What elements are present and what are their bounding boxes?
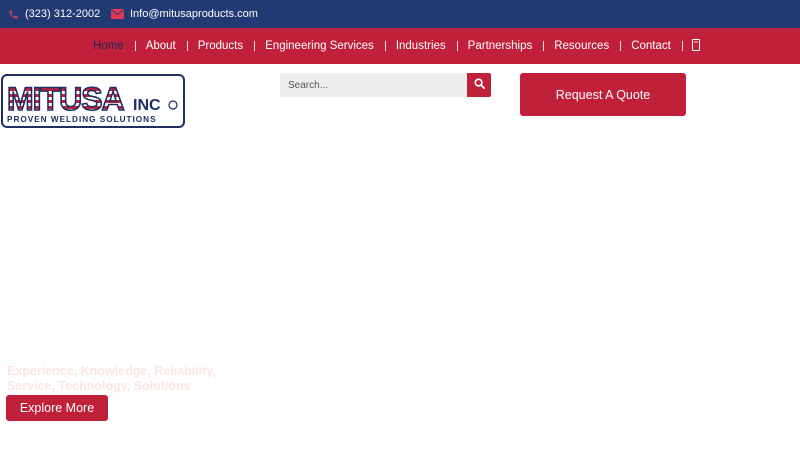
nav-item-products[interactable]: Products xyxy=(186,28,254,64)
registered-mark-icon xyxy=(168,100,178,110)
email-address: Info@mitusaproducts.com xyxy=(130,8,258,20)
search-form xyxy=(280,73,491,97)
nav-item-home[interactable]: Home xyxy=(82,28,135,64)
nav-item-resources[interactable]: Resources xyxy=(543,28,620,64)
search-input[interactable] xyxy=(280,73,467,97)
nav-item-contact[interactable]: Contact xyxy=(620,28,682,64)
cart-icon xyxy=(691,38,700,54)
top-contact-bar: (323) 312-2002 Info@mitusaproducts.com xyxy=(0,0,800,28)
cart-button[interactable] xyxy=(681,28,710,64)
nav-item-engineering-services[interactable]: Engineering Services xyxy=(254,28,385,64)
phone-icon xyxy=(8,9,19,20)
nav-item-industries[interactable]: Industries xyxy=(384,28,457,64)
phone-number: (323) 312-2002 xyxy=(25,8,101,20)
hero-tagline: Experience, Knowledge, Reliability, Serv… xyxy=(7,364,216,394)
logo-suffix: INC xyxy=(133,97,161,114)
search-button[interactable] xyxy=(467,73,491,97)
logo-tagline: PROVEN WELDING SOLUTIONS xyxy=(7,115,157,124)
hero-tagline-line-2: Service, Technology, Solutions xyxy=(7,379,191,393)
email-link[interactable]: Info@mitusaproducts.com xyxy=(111,0,258,28)
nav-item-about[interactable]: About xyxy=(134,28,187,64)
nav-item-partnerships[interactable]: Partnerships xyxy=(456,28,544,64)
main-nav: Home About Products Engineering Services… xyxy=(0,28,800,64)
hero-tagline-line-1: Experience, Knowledge, Reliability, xyxy=(7,364,216,378)
envelope-icon xyxy=(111,9,124,19)
search-icon xyxy=(473,76,485,94)
request-quote-button[interactable]: Request A Quote xyxy=(520,73,686,116)
logo-wordmark: MITUSA xyxy=(7,81,125,117)
phone-link[interactable]: (323) 312-2002 xyxy=(8,0,100,28)
site-logo[interactable]: MITUSA INC PROVEN WELDING SOLUTIONS xyxy=(1,74,185,128)
explore-more-button[interactable]: Explore More xyxy=(6,395,108,421)
